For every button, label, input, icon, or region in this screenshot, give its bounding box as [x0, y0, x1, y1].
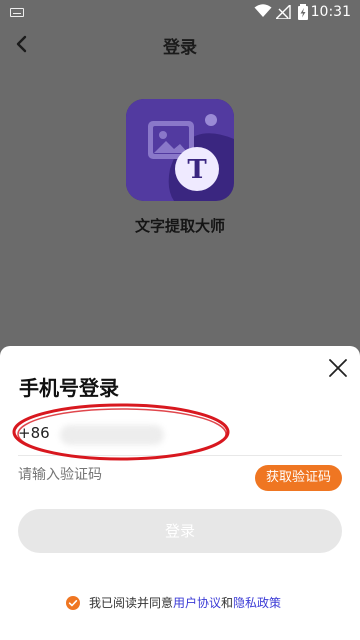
close-icon[interactable]: [328, 358, 348, 378]
sheet-title: 手机号登录: [19, 376, 119, 400]
signal-icon: [276, 5, 291, 19]
login-screen: 10:31 登录 T 文字提取大师 手机号登录 +86 请输入验证码 获取验证码…: [0, 0, 360, 640]
user-agreement-link[interactable]: 用户协议: [173, 596, 221, 610]
page-title: 登录: [163, 38, 197, 58]
verification-code-input[interactable]: [18, 467, 238, 483]
check-circle-icon[interactable]: [66, 596, 80, 610]
verification-code-row: 获取验证码: [18, 463, 342, 495]
keyboard-icon: [10, 8, 24, 17]
get-code-button[interactable]: 获取验证码: [254, 465, 342, 491]
highlight-annotation: [12, 403, 230, 461]
agreement-and: 和: [221, 596, 234, 610]
status-bar: 10:31: [0, 0, 360, 24]
privacy-policy-link[interactable]: 隐私政策: [233, 596, 281, 610]
wifi-icon: [254, 4, 272, 17]
battery-charging-icon: [298, 4, 308, 20]
status-time: 10:31: [310, 4, 351, 20]
app-logo: T: [126, 99, 234, 201]
login-button[interactable]: 登录: [18, 509, 342, 553]
title-bar: 登录: [0, 24, 360, 64]
agreement-prefix: 我已阅读并同意: [89, 596, 174, 610]
agreement-text: 我已阅读并同意用户协议和隐私政策: [89, 595, 281, 611]
app-name: 文字提取大师: [134, 217, 225, 235]
logo-letter: T: [187, 155, 207, 185]
logo-artwork: T: [126, 99, 234, 201]
login-sheet: 手机号登录 +86 获取验证码 登录 我已阅读并同意用户协议和隐私政策: [0, 346, 360, 640]
